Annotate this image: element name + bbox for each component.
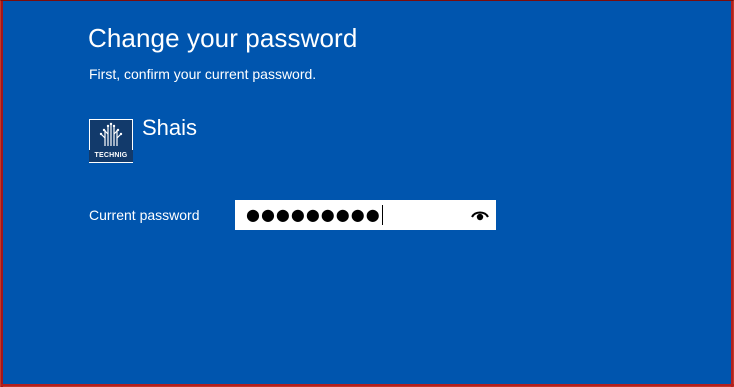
username: Shais [142,115,198,140]
text-caret [381,205,383,225]
technig-logo-icon [90,120,132,150]
current-password-label: Current password [89,207,200,223]
window-bottom-edge [1,384,734,386]
change-password-window: Change your password First, confirm your… [0,0,734,387]
eye-icon[interactable] [471,208,489,222]
page-subtitle: First, confirm your current password. [89,66,317,82]
window-right-edge [731,1,733,387]
page-title: Change your password [88,23,358,53]
window-left-edge [1,1,3,387]
current-password-mask: ●●●●●●●●● [246,205,381,224]
current-password-field[interactable]: ●●●●●●●●● [235,200,496,230]
avatar-label: TECHNIG [89,150,133,162]
current-password-value: ●●●●●●●●● [246,205,383,225]
avatar: TECHNIG [89,119,133,163]
